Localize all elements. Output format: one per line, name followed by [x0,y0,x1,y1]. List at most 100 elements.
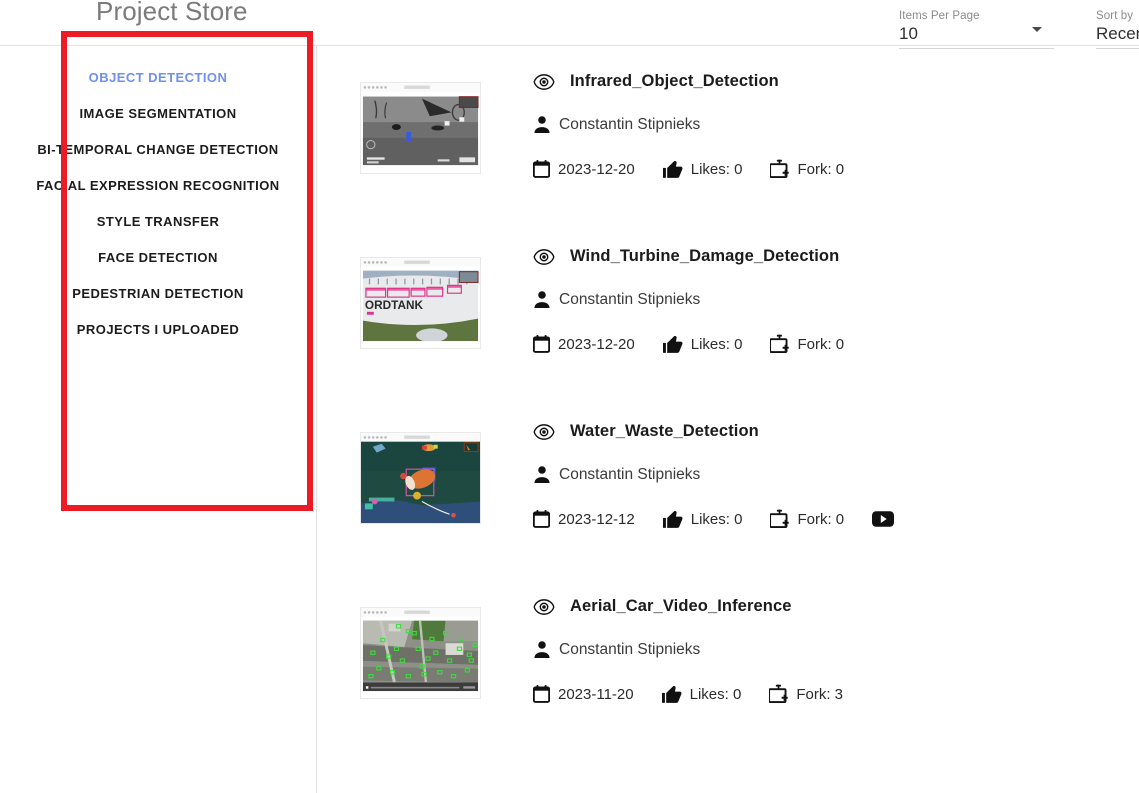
sidebar-item-facial-expression-recognition[interactable]: FACIAL EXPRESSION RECOGNITION [0,168,316,204]
project-title-row: Aerial_Car_Video_Inference [533,597,1133,616]
project-thumbnail[interactable] [360,432,481,524]
project-likes-text: Likes: 0 [690,686,742,703]
eye-icon [533,599,555,615]
project-meta-row: 2023-12-20 Likes: 0 [533,159,1133,179]
project-card[interactable]: Infrared_Object_Detection Constantin Sti… [317,64,1139,239]
page-header: Project Store Items Per Page 10 Sort by … [0,0,1139,46]
project-card[interactable]: Aerial_Car_Video_Inference Constantin St… [317,589,1139,764]
project-card[interactable]: ORDTANK Wind_Turbine_Damage_Detection [317,239,1139,414]
sidebar-item-object-detection[interactable]: OBJECT DETECTION [0,60,316,96]
items-per-page-value: 10 [899,23,1054,45]
project-date: 2023-12-12 [533,510,635,528]
sidebar-item-projects-i-uploaded[interactable]: PROJECTS I UPLOADED [0,312,316,348]
fork-icon [769,684,788,704]
category-nav-list: OBJECT DETECTIONIMAGE SEGMENTATIONBI-TEM… [0,46,316,348]
sidebar-item-style-transfer[interactable]: STYLE TRANSFER [0,204,316,240]
project-date: 2023-11-20 [533,685,634,703]
project-date-text: 2023-11-20 [558,686,634,703]
project-thumbnail[interactable] [360,607,481,699]
person-icon [533,290,551,309]
calendar-icon [533,510,550,528]
person-icon [533,465,551,484]
project-list: Infrared_Object_Detection Constantin Sti… [317,46,1139,793]
fork-icon [770,509,789,529]
calendar-icon [533,335,550,353]
project-title-row: Infrared_Object_Detection [533,72,1133,91]
sort-by-select[interactable]: Sort by Recen [1096,9,1139,45]
project-meta-row: 2023-12-12 Likes: 0 [533,509,1133,529]
project-meta-row: 2023-11-20 Likes: 0 [533,684,1133,704]
sidebar-item-face-detection[interactable]: FACE DETECTION [0,240,316,276]
thumb-up-icon [663,510,683,529]
project-author-row: Constantin Stipnieks [533,640,1133,659]
project-date: 2023-12-20 [533,160,635,178]
project-likes-text: Likes: 0 [691,161,743,178]
project-likes: Likes: 0 [663,160,743,179]
project-title-row: Water_Waste_Detection [533,422,1133,441]
project-fork-text: Fork: 0 [797,336,844,353]
project-title-row: Wind_Turbine_Damage_Detection [533,247,1133,266]
thumb-up-icon [662,685,682,704]
thumb-up-icon [663,160,683,179]
sidebar-item-bi-temporal-change-detection[interactable]: BI-TEMPORAL CHANGE DETECTION [0,132,316,168]
chevron-down-icon[interactable] [1032,27,1042,32]
eye-icon [533,424,555,440]
project-date-text: 2023-12-20 [558,336,635,353]
youtube-link[interactable] [872,511,894,527]
thumb-up-icon [663,335,683,354]
project-author-row: Constantin Stipnieks [533,115,1133,134]
person-icon [533,115,551,134]
project-title[interactable]: Infrared_Object_Detection [570,72,779,91]
project-fork: Fork: 3 [769,684,843,704]
project-author: Constantin Stipnieks [559,291,700,309]
project-store-page: Project Store Items Per Page 10 Sort by … [0,0,1139,793]
project-fork-text: Fork: 3 [796,686,843,703]
sort-by-value: Recen [1096,23,1139,45]
sidebar-item-image-segmentation[interactable]: IMAGE SEGMENTATION [0,96,316,132]
project-title[interactable]: Aerial_Car_Video_Inference [570,597,792,616]
project-meta-row: 2023-12-20 Likes: 0 [533,334,1133,354]
fork-icon [770,334,789,354]
project-likes: Likes: 0 [663,335,743,354]
calendar-icon [533,685,550,703]
eye-icon [533,74,555,90]
project-date: 2023-12-20 [533,335,635,353]
youtube-icon[interactable] [872,511,894,527]
project-fork: Fork: 0 [770,509,844,529]
category-sidebar: OBJECT DETECTIONIMAGE SEGMENTATIONBI-TEM… [0,46,317,793]
project-fork: Fork: 0 [770,334,844,354]
project-info: Infrared_Object_Detection Constantin Sti… [533,64,1133,179]
project-date-text: 2023-12-12 [558,511,635,528]
project-thumbnail[interactable]: ORDTANK [360,257,481,349]
project-fork: Fork: 0 [770,159,844,179]
project-date-text: 2023-12-20 [558,161,635,178]
sidebar-item-pedestrian-detection[interactable]: PEDESTRIAN DETECTION [0,276,316,312]
project-info: Wind_Turbine_Damage_Detection Constantin… [533,239,1133,354]
svg-text:ORDTANK: ORDTANK [365,299,424,312]
project-card[interactable]: Water_Waste_Detection Constantin Stipnie… [317,414,1139,589]
project-author: Constantin Stipnieks [559,641,700,659]
project-info: Aerial_Car_Video_Inference Constantin St… [533,589,1133,704]
project-author-row: Constantin Stipnieks [533,290,1133,309]
project-likes-text: Likes: 0 [691,336,743,353]
project-info: Water_Waste_Detection Constantin Stipnie… [533,414,1133,529]
items-per-page-label: Items Per Page [899,9,1054,23]
project-thumbnail[interactable] [360,82,481,174]
project-fork-text: Fork: 0 [797,511,844,528]
fork-icon [770,159,789,179]
project-author-row: Constantin Stipnieks [533,465,1133,484]
project-title[interactable]: Wind_Turbine_Damage_Detection [570,247,839,266]
project-likes: Likes: 0 [663,510,743,529]
calendar-icon [533,160,550,178]
sort-by-label: Sort by [1096,9,1139,23]
project-title[interactable]: Water_Waste_Detection [570,422,759,441]
project-likes-text: Likes: 0 [691,511,743,528]
project-fork-text: Fork: 0 [797,161,844,178]
project-likes: Likes: 0 [662,685,742,704]
project-author: Constantin Stipnieks [559,116,700,134]
items-per-page-select[interactable]: Items Per Page 10 [899,9,1054,45]
project-author: Constantin Stipnieks [559,466,700,484]
eye-icon [533,249,555,265]
person-icon [533,640,551,659]
page-title: Project Store [96,0,248,27]
